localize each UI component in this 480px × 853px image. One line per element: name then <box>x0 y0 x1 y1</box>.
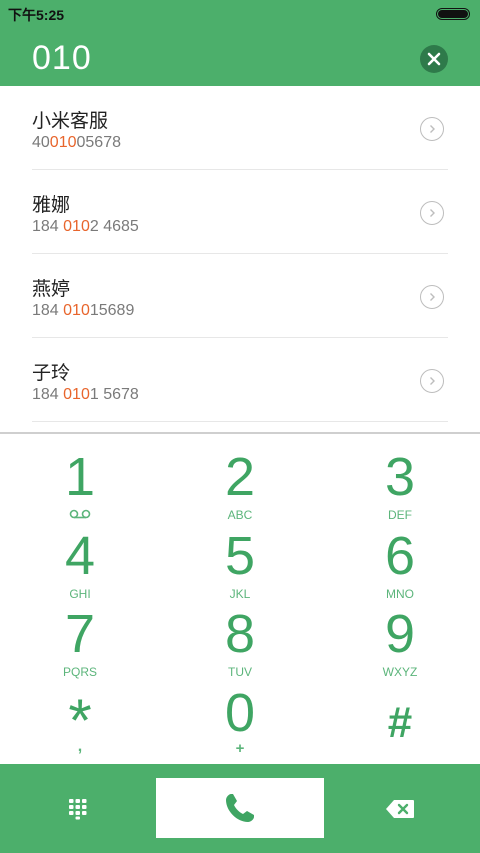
key-digit: 9 <box>384 604 416 664</box>
list-item[interactable]: 雅娜 184 0102 4685 <box>0 170 480 254</box>
number-match-highlight: 010 <box>63 302 90 319</box>
contact-name: 雅娜 <box>32 195 71 216</box>
chevron-right-icon <box>430 377 435 385</box>
key-digit: 8 <box>224 604 256 664</box>
contact-detail-button[interactable] <box>420 201 444 225</box>
key-0[interactable]: 0 + <box>160 670 320 756</box>
list-item[interactable]: 小米客服 4001005678 <box>0 86 480 170</box>
key-digit: 4 <box>64 526 96 586</box>
toggle-keypad-button[interactable] <box>60 794 100 824</box>
key-letters: , <box>77 738 83 755</box>
chevron-right-icon <box>430 125 435 133</box>
status-bar: 下午5:25 <box>0 0 480 28</box>
key-letters: + <box>235 740 245 757</box>
contact-name: 燕婷 <box>32 279 71 300</box>
battery-full-icon <box>436 8 470 20</box>
key-9[interactable]: 9 WXYZ <box>320 591 480 679</box>
contact-number: 184 0101 5678 <box>32 386 139 403</box>
number-match-highlight: 010 <box>63 386 90 403</box>
contact-number: 184 0102 4685 <box>32 218 139 235</box>
contact-number: 4001005678 <box>32 134 121 151</box>
bottom-action-bar <box>0 764 480 853</box>
key-digit: 0 <box>224 683 256 743</box>
contact-detail-button[interactable] <box>420 285 444 309</box>
key-4[interactable]: 4 GHI <box>0 513 160 601</box>
delete-digit-button[interactable] <box>380 794 420 824</box>
key-1[interactable]: 1 <box>0 434 160 519</box>
clear-input-button[interactable] <box>420 45 448 73</box>
contact-name: 子玲 <box>32 363 71 384</box>
key-digit: 5 <box>224 526 256 586</box>
key-star[interactable]: * , <box>0 670 160 755</box>
key-digit: 6 <box>384 526 416 586</box>
dialpad-grid-icon <box>69 799 87 820</box>
key-digit: 3 <box>384 447 416 507</box>
dialed-number-input[interactable]: 010 <box>32 39 92 78</box>
key-digit: 7 <box>64 604 96 664</box>
key-7[interactable]: 7 PQRS <box>0 591 160 679</box>
contact-number: 184 01015689 <box>32 302 135 319</box>
contact-detail-button[interactable] <box>420 117 444 141</box>
key-digit: 1 <box>64 447 96 507</box>
key-3[interactable]: 3 DEF <box>320 434 480 522</box>
list-item[interactable]: 燕婷 184 01015689 <box>0 254 480 338</box>
key-hash[interactable]: # <box>320 670 480 748</box>
dial-keypad: 1 2 ABC 3 DEF 4 GHI 5 JKL 6 MNO 7 PQRS 8… <box>0 434 480 764</box>
chevron-right-icon <box>430 293 435 301</box>
contact-results-list: 小米客服 4001005678 雅娜 184 0102 4685 燕婷 184 … <box>0 86 480 432</box>
call-button[interactable] <box>156 778 324 838</box>
status-time: 下午5:25 <box>8 7 65 23</box>
clear-circle-icon <box>427 52 441 66</box>
key-5[interactable]: 5 JKL <box>160 513 320 601</box>
key-digit: 2 <box>224 447 256 507</box>
backspace-icon <box>386 800 414 818</box>
key-6[interactable]: 6 MNO <box>320 513 480 601</box>
number-match-highlight: 010 <box>63 218 90 235</box>
number-match-highlight: 010 <box>49 134 77 151</box>
key-8[interactable]: 8 TUV <box>160 591 320 679</box>
row-divider <box>32 421 448 422</box>
chevron-right-icon <box>430 209 435 217</box>
dial-header: 010 <box>0 28 480 86</box>
key-digit: # <box>387 698 413 747</box>
contact-detail-button[interactable] <box>420 369 444 393</box>
list-item[interactable]: 子玲 184 0101 5678 <box>0 338 480 422</box>
contact-name: 小米客服 <box>32 111 109 132</box>
key-2[interactable]: 2 ABC <box>160 434 320 522</box>
phone-call-icon <box>226 794 254 822</box>
